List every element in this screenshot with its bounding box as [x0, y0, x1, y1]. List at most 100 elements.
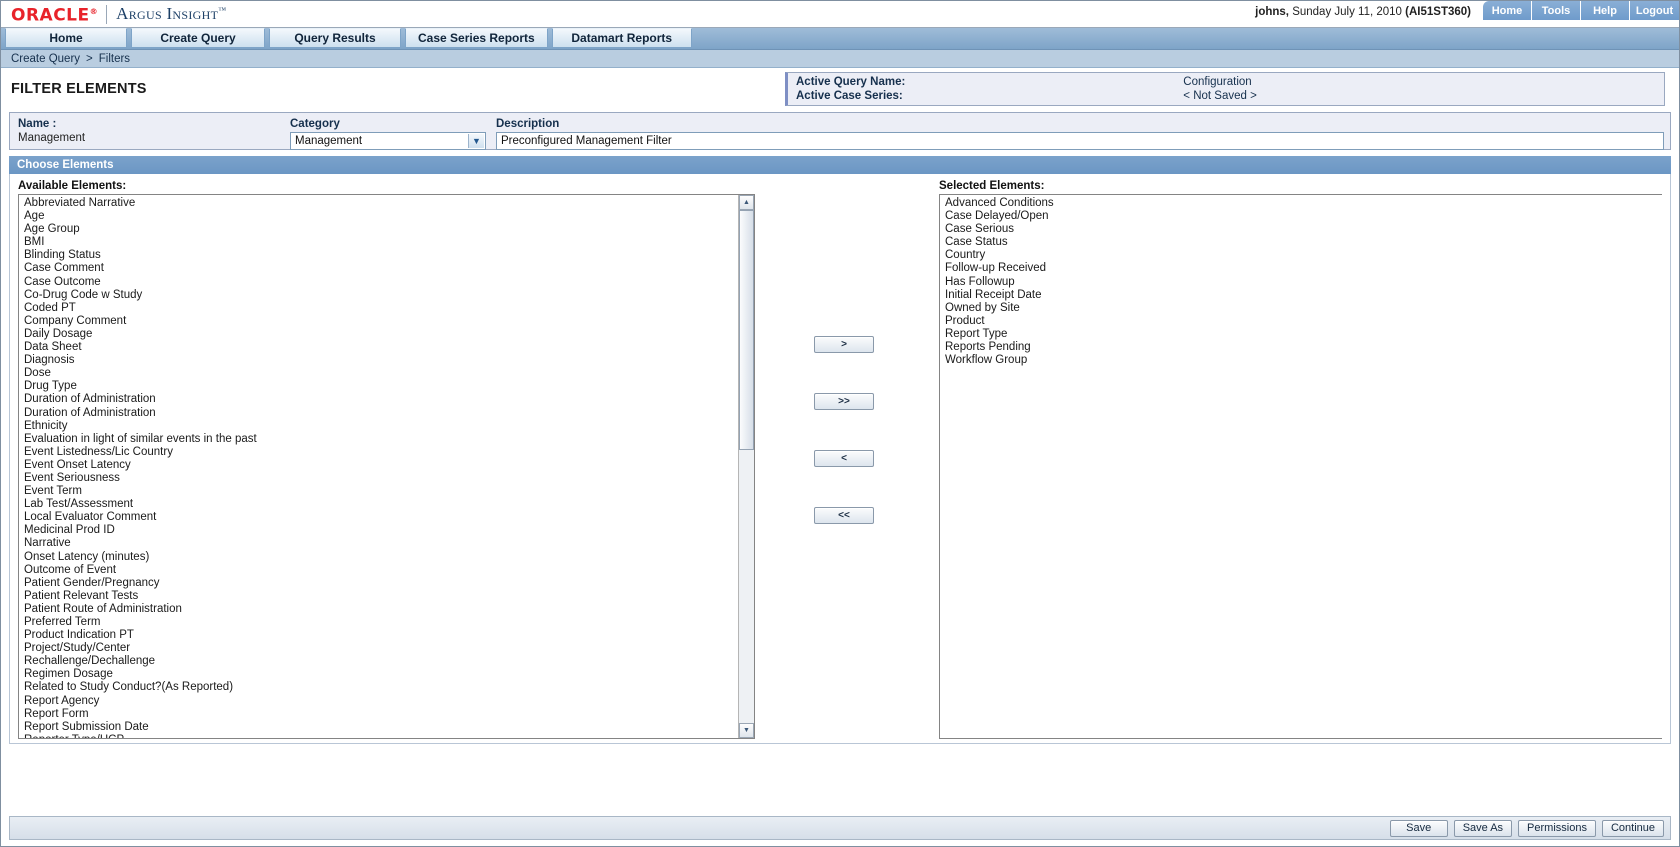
available-element-item[interactable]: Drug Type — [21, 380, 738, 393]
scrollbar-thumb[interactable] — [739, 210, 754, 450]
available-element-item[interactable]: Local Evaluator Comment — [21, 511, 738, 524]
available-element-item[interactable]: Patient Relevant Tests — [21, 590, 738, 603]
filter-category-label: Category — [290, 118, 340, 130]
top-nav: Home Tools Help Logout — [1483, 1, 1679, 20]
top-nav-help[interactable]: Help — [1581, 1, 1630, 20]
trademark-icon: ™ — [218, 5, 227, 15]
top-nav-logout[interactable]: Logout — [1630, 1, 1679, 20]
active-case-series-label: Active Case Series: — [796, 90, 903, 102]
available-elements-listbox[interactable]: Abbreviated Narrative Age Age Group BMI Blin… — [18, 194, 755, 739]
scroll-up-icon[interactable]: ▲ — [739, 195, 754, 210]
available-element-item[interactable]: Age Group — [21, 223, 738, 236]
available-element-item[interactable]: Medicinal Prod ID — [21, 524, 738, 537]
available-element-item[interactable]: Patient Route of Administration — [21, 603, 738, 616]
selected-element-item[interactable]: Advanced Conditions — [942, 197, 1662, 210]
available-element-item[interactable]: Event Seriousness — [21, 472, 738, 485]
selected-element-item[interactable]: Reports Pending — [942, 341, 1662, 354]
active-query-name-value: Configuration — [1183, 76, 1252, 88]
available-element-item[interactable]: Onset Latency (minutes) — [21, 551, 738, 564]
move-left-button[interactable]: < — [814, 450, 874, 467]
available-element-item[interactable]: Evaluation in light of similar events in… — [21, 433, 738, 446]
available-element-item[interactable]: Case Outcome — [21, 276, 738, 289]
selected-element-item[interactable]: Product — [942, 315, 1662, 328]
selected-element-item[interactable]: Case Delayed/Open — [942, 210, 1662, 223]
move-all-left-button[interactable]: << — [814, 507, 874, 524]
oracle-logo: ORACLE® — [11, 3, 98, 25]
top-nav-tools[interactable]: Tools — [1532, 1, 1581, 20]
description-input[interactable] — [496, 132, 1664, 150]
available-list-scrollbar[interactable]: ▲ ▼ — [738, 195, 754, 738]
move-all-right-button[interactable]: >> — [814, 393, 874, 410]
move-right-button[interactable]: > — [814, 336, 874, 353]
chevron-down-icon[interactable]: ▼ — [468, 134, 484, 148]
available-element-item[interactable]: Dose — [21, 367, 738, 380]
available-element-item[interactable]: Narrative — [21, 537, 738, 550]
available-element-item[interactable]: Regimen Dosage — [21, 668, 738, 681]
selected-element-item[interactable]: Workflow Group — [942, 354, 1662, 367]
continue-button[interactable]: Continue — [1601, 819, 1664, 837]
available-element-item[interactable]: Lab Test/Assessment — [21, 498, 738, 511]
selected-element-item[interactable]: Owned by Site — [942, 302, 1662, 315]
available-element-item[interactable]: Event Term — [21, 485, 738, 498]
save-as-button[interactable]: Save As — [1453, 819, 1513, 837]
available-element-item[interactable]: Abbreviated Narrative — [21, 197, 738, 210]
selected-element-item[interactable]: Case Status — [942, 236, 1662, 249]
session-info: johns, Sunday July 11, 2010 (AI51ST360) — [1255, 6, 1471, 18]
breadcrumb-create-query[interactable]: Create Query — [11, 53, 80, 65]
available-element-item[interactable]: Outcome of Event — [21, 564, 738, 577]
available-element-item[interactable]: Report Form — [21, 708, 738, 721]
selected-elements-items[interactable]: Advanced Conditions Case Delayed/Open Case… — [940, 195, 1662, 738]
username-label: johns, — [1255, 6, 1289, 18]
oracle-wordmark: ORACLE — [11, 5, 90, 26]
tab-query-results[interactable]: Query Results — [269, 28, 401, 48]
selected-element-item[interactable]: Initial Receipt Date — [942, 289, 1662, 302]
top-nav-home[interactable]: Home — [1483, 1, 1532, 20]
available-element-item[interactable]: Duration of Administration — [21, 407, 738, 420]
available-element-item[interactable]: Reporter Type/HCP — [21, 734, 738, 738]
breadcrumb-separator-icon: > — [86, 52, 93, 65]
available-element-item[interactable]: Blinding Status — [21, 249, 738, 262]
selected-elements-listbox[interactable]: Advanced Conditions Case Delayed/Open Case… — [939, 194, 1662, 739]
available-element-item[interactable]: Event Onset Latency — [21, 459, 738, 472]
available-element-item[interactable]: Case Comment — [21, 262, 738, 275]
available-element-item[interactable]: Patient Gender/Pregnancy — [21, 577, 738, 590]
category-select[interactable]: Management ▼ — [290, 132, 486, 150]
available-element-item[interactable]: Preferred Term — [21, 616, 738, 629]
registered-mark-icon: ® — [89, 7, 99, 17]
available-element-item[interactable]: Diagnosis — [21, 354, 738, 367]
tab-create-query[interactable]: Create Query — [131, 28, 265, 48]
scroll-down-icon[interactable]: ▼ — [739, 723, 754, 738]
session-code-label: (AI51ST360) — [1405, 6, 1471, 18]
available-element-item[interactable]: Age — [21, 210, 738, 223]
available-element-item[interactable]: Project/Study/Center — [21, 642, 738, 655]
available-element-item[interactable]: Product Indication PT — [21, 629, 738, 642]
available-element-item[interactable]: Report Submission Date — [21, 721, 738, 734]
selected-element-item[interactable]: Follow-up Received — [942, 262, 1662, 275]
available-element-item[interactable]: Company Comment — [21, 315, 738, 328]
available-element-item[interactable]: Coded PT — [21, 302, 738, 315]
selected-element-item[interactable]: Has Followup — [942, 276, 1662, 289]
available-element-item[interactable]: Event Listedness/Lic Country — [21, 446, 738, 459]
available-element-item[interactable]: BMI — [21, 236, 738, 249]
selected-element-item[interactable]: Case Serious — [942, 223, 1662, 236]
available-element-item[interactable]: Co-Drug Code w Study — [21, 289, 738, 302]
available-elements-items[interactable]: Abbreviated Narrative Age Age Group BMI Blin… — [19, 195, 738, 738]
available-element-item[interactable]: Duration of Administration — [21, 393, 738, 406]
tab-home[interactable]: Home — [5, 28, 127, 48]
available-element-item[interactable]: Ethnicity — [21, 420, 738, 433]
tab-case-series-reports[interactable]: Case Series Reports — [405, 28, 548, 48]
selected-element-item[interactable]: Country — [942, 249, 1662, 262]
category-select-value: Management — [295, 135, 363, 147]
available-element-item[interactable]: Rechallenge/Dechallenge — [21, 655, 738, 668]
scrollbar-track[interactable] — [739, 210, 754, 723]
available-element-item[interactable]: Daily Dosage — [21, 328, 738, 341]
active-case-series-value: < Not Saved > — [1183, 90, 1257, 102]
available-element-item[interactable]: Report Agency — [21, 695, 738, 708]
permissions-button[interactable]: Permissions — [1518, 819, 1596, 837]
available-element-item[interactable]: Related to Study Conduct?(As Reported) — [21, 681, 738, 694]
tab-datamart-reports[interactable]: Datamart Reports — [551, 28, 692, 48]
available-element-item[interactable]: Data Sheet — [21, 341, 738, 354]
save-button[interactable]: Save — [1389, 819, 1448, 837]
selected-element-item[interactable]: Report Type — [942, 328, 1662, 341]
choose-elements-header: Choose Elements — [9, 156, 1671, 174]
